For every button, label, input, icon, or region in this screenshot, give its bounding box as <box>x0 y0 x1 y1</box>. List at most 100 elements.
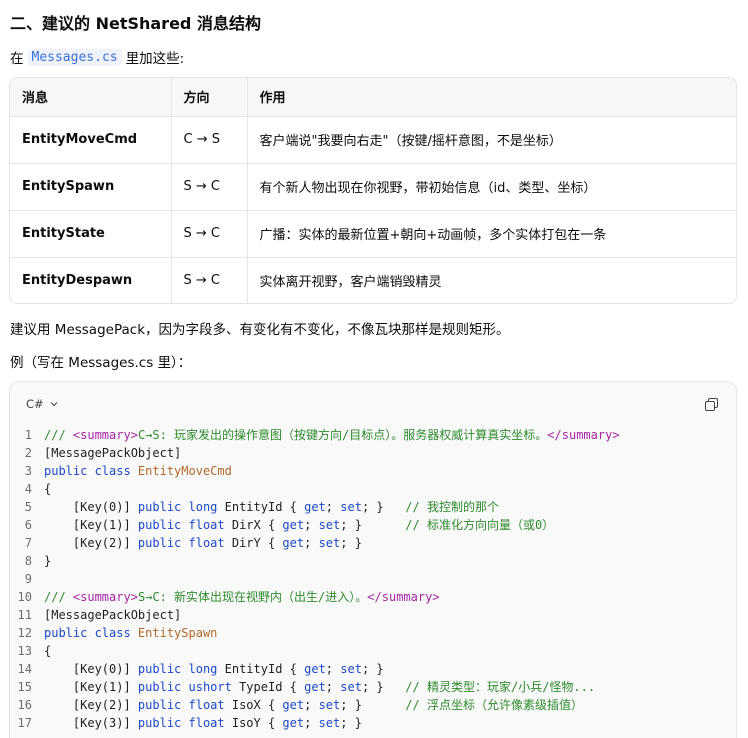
code-token: EntityId { <box>224 500 305 514</box>
code-line: 2 [MessagePackObject] <box>10 444 736 462</box>
cell-purpose: 广播：实体的最新位置+朝向+动画帧，多个实体打包在一条 <box>246 210 736 258</box>
code-token: get <box>304 662 326 676</box>
code-token: public long <box>137 500 225 514</box>
code-token: } <box>44 554 52 568</box>
example-label: 例（写在 Messages.cs 里）： <box>10 355 192 371</box>
cell-purpose: 实体离开视野，客户端销毁精灵 <box>246 257 736 303</box>
code-line: 9 <box>10 570 736 588</box>
code-token: set <box>340 500 362 514</box>
code-token: ; } <box>361 662 384 676</box>
line-number: 9 <box>24 572 32 586</box>
code-token: IsoY { <box>231 716 283 730</box>
cell-message: EntityDespawn <box>22 273 133 289</box>
code-token: ; <box>304 518 319 532</box>
line-number: 5 <box>24 500 32 514</box>
code-token: [Key(3)] <box>44 716 138 730</box>
line-number: 13 <box>17 644 32 658</box>
code-token: [Key(2)] <box>44 536 138 550</box>
cell-direction: S → C <box>170 257 247 303</box>
cell-direction: C → S <box>170 116 247 164</box>
code-block-header: C# <box>10 382 736 426</box>
code-token: S→C: 新实体出现在视野内（出生/进入）。 <box>137 590 368 604</box>
section-heading: 二、建议的 NetShared 消息结构 <box>10 14 261 33</box>
code-token: public long <box>137 662 225 676</box>
code-line: 4{ <box>10 480 736 498</box>
line-number: 15 <box>17 680 32 694</box>
code-token: [MessagePackObject] <box>44 608 182 622</box>
code-token: // 我控制的那个 <box>405 500 499 514</box>
cell-message: EntitySpawn <box>10 163 171 211</box>
code-token: set <box>318 716 341 730</box>
code-token: get <box>282 716 305 730</box>
code-token: DirX { <box>231 518 283 532</box>
code-line: 13 { <box>10 642 736 660</box>
code-line: 1 /// <summary> C→S: 玩家发出的操作意图（按键方向/目标点）。服… <box>10 426 736 444</box>
code-token: public float <box>137 536 232 550</box>
message-table: 消息 方向 作用 EntityMoveCmd C → S 客户端说"我要向右走"… <box>9 77 737 304</box>
code-token: get <box>282 536 305 550</box>
chevron-down-icon <box>50 402 58 407</box>
code-token: ; <box>325 680 341 694</box>
table-header-row: 消息 方向 作用 <box>10 78 736 117</box>
code-line: 6 [Key(1)] public float DirX { get; set;… <box>10 516 736 534</box>
line-number: 16 <box>17 698 32 712</box>
code-token: </summary> <box>367 590 440 604</box>
code-token: [MessagePackObject] <box>44 446 182 460</box>
code-line: 5 [Key(0)] public long EntityId { get; s… <box>10 498 736 516</box>
table-row: EntityState S → C 广播：实体的最新位置+朝向+动画帧，多个实体… <box>10 210 736 258</box>
code-token: ; } <box>340 518 406 532</box>
code-token: ; <box>304 716 319 730</box>
code-token: // 标准化方向向量（或0） <box>405 518 555 532</box>
code-token: set <box>318 698 341 712</box>
column-header-message: 消息 <box>10 78 171 117</box>
code-token: <summary> <box>72 590 138 604</box>
code-token: { <box>44 482 52 496</box>
code-line: 3 public class EntityMoveCmd <box>10 462 736 480</box>
copy-icon[interactable] <box>704 397 718 411</box>
line-number: 12 <box>17 626 32 640</box>
code-line: 12 public class EntitySpawn <box>10 624 736 642</box>
code-token: public float <box>137 716 232 730</box>
recommendation-text: 建议用 MessagePack，因为字段多、有变化有不变化，不像瓦块那样是规则矩… <box>10 322 510 338</box>
line-number: 11 <box>17 608 32 622</box>
table-row: EntityDespawn S → C 实体离开视野，客户端销毁精灵 <box>10 257 736 303</box>
code-line: 11 [MessagePackObject] <box>10 606 736 624</box>
code-token: </summary> <box>547 428 620 442</box>
code-line: 17 [Key(3)] public float IsoY { get; set… <box>10 714 736 732</box>
code-token: IsoX { <box>231 698 283 712</box>
code-token: ; } <box>340 698 406 712</box>
code-token: ; <box>325 500 341 514</box>
code-line: 8} <box>10 552 736 570</box>
line-number: 14 <box>17 662 32 676</box>
intro-suffix: 里加这些: <box>125 51 185 67</box>
code-line: 16 [Key(2)] public float IsoX { get; set… <box>10 696 736 714</box>
code-token: [Key(1)] <box>44 680 138 694</box>
code-token: ; } <box>361 680 406 694</box>
cell-message: EntityState <box>10 210 171 258</box>
code-token: set <box>340 662 362 676</box>
code-token: public float <box>137 698 232 712</box>
cell-purpose: 有个新人物出现在你视野，带初始信息（id、类型、坐标） <box>246 163 736 211</box>
line-number: 10 <box>17 590 32 604</box>
code-content: 1/// <summary> C→S: 玩家发出的操作意图（按键方向/目标点）。服… <box>10 426 736 732</box>
inline-code-filename: Messages.cs <box>27 48 122 66</box>
cell-purpose: 客户端说"我要向右走"（按键/摇杆意图，不是坐标） <box>246 116 736 164</box>
code-token: set <box>340 680 362 694</box>
code-token: ; <box>304 698 319 712</box>
code-token: set <box>318 518 341 532</box>
code-token: public class <box>44 626 138 640</box>
code-token: ; <box>304 536 319 550</box>
code-token: EntityMoveCmd <box>137 464 232 478</box>
line-number: 2 <box>24 446 32 460</box>
cell-direction: S → C <box>170 163 247 211</box>
line-number: 8 <box>24 554 32 568</box>
cell-direction: S → C <box>170 210 247 258</box>
code-token: ; } <box>340 716 362 730</box>
code-token: public ushort <box>137 680 240 694</box>
code-token: [Key(0)] <box>44 500 138 514</box>
column-header-direction: 方向 <box>170 78 247 117</box>
code-token: ; } <box>361 500 406 514</box>
code-token: { <box>44 644 52 658</box>
intro-prefix: 在 <box>10 51 24 67</box>
language-selector[interactable]: C# <box>26 397 58 411</box>
